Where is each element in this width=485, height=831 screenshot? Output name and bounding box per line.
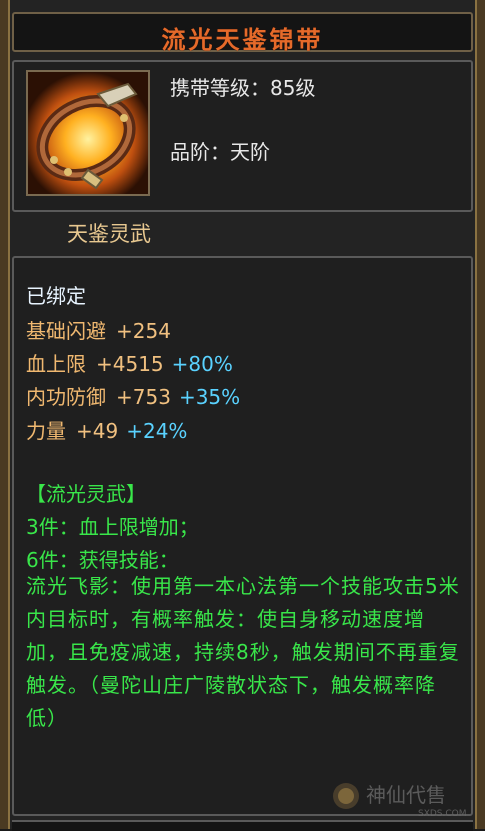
- set-bonus-header: 【流光灵武】: [26, 482, 146, 506]
- attribute-value: +4515: [96, 352, 164, 376]
- attribute-percent: +80%: [171, 352, 233, 376]
- attribute-name: 内功防御: [26, 385, 106, 409]
- attribute-name: 基础闪避: [26, 319, 106, 343]
- attribute-percent: +24%: [126, 419, 188, 443]
- attribute-name: 血上限: [26, 352, 86, 376]
- skill-description: 流光飞影：使用第一本心法第一个技能攻击5米内目标时，有概率触发：使自身移动速度增…: [26, 574, 460, 730]
- attribute-name: 力量: [26, 419, 66, 443]
- attribute-value: +753: [116, 385, 171, 409]
- item-title: 流光天鉴锦带: [161, 26, 324, 54]
- title-bar: 流光天鉴锦带: [12, 12, 473, 54]
- watermark-text: 神仙代售: [366, 783, 446, 807]
- set-name: 天鉴灵武: [67, 222, 151, 246]
- item-grade: 品阶：天阶: [170, 140, 270, 164]
- belt-icon: [26, 70, 150, 196]
- bound-status: 已绑定: [26, 284, 86, 308]
- set-bonus-3-piece: 3件：血上限增加；: [26, 515, 199, 539]
- attribute-value: +49: [76, 419, 119, 443]
- attribute-percent: +35%: [178, 385, 241, 409]
- attribute-row: 内功防御 +753 +35%: [26, 381, 240, 410]
- set-bonus-6-piece: 6件：获得技能：: [26, 548, 179, 572]
- attribute-row: 基础闪避 +254: [26, 315, 171, 344]
- site-watermark: 神仙代售 SXDS.COM: [330, 776, 480, 820]
- set-name-row: 天鉴灵武: [12, 214, 473, 250]
- item-header-panel: 携带等级：85级 品阶：天阶: [12, 60, 473, 212]
- attribute-row: 力量 +49 +24%: [26, 415, 187, 444]
- attribute-row: 血上限 +4515 +80%: [26, 348, 233, 377]
- attribute-value: +254: [116, 319, 171, 343]
- carry-level: 携带等级：85级: [170, 76, 316, 100]
- watermark-url: SXDS.COM: [418, 809, 467, 819]
- bottom-strip: [12, 820, 473, 831]
- item-detail-panel: 已绑定 基础闪避 +254 血上限 +4515 +80% 内功防御 +753 +35% 力…: [12, 256, 473, 816]
